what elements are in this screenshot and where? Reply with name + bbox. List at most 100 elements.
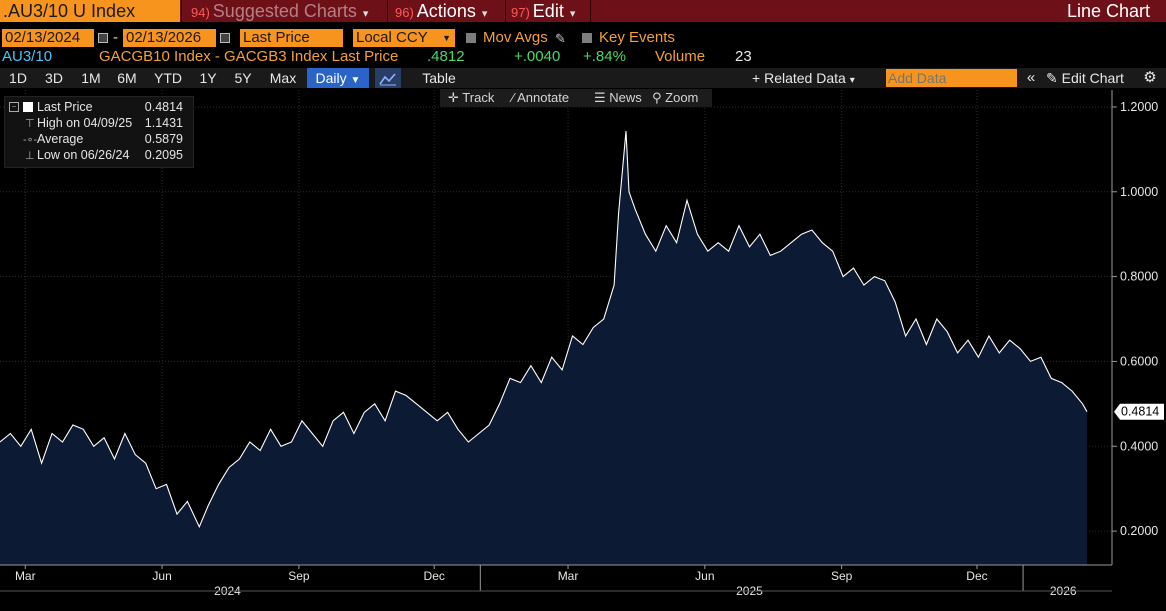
series-swatch [23, 102, 33, 112]
x-tick-label: Dec [966, 569, 987, 583]
menu-number: 97) [511, 5, 530, 20]
magnifier-icon: ⚲ [652, 90, 662, 105]
collapse-icon[interactable]: − [9, 102, 19, 112]
menu-actions[interactable]: 96) Actions ▾ [395, 0, 487, 22]
range-5y[interactable]: 5Y [229, 68, 257, 88]
ticker-field[interactable]: .AU3/10 U Index [0, 0, 180, 22]
news-tool[interactable]: ☰ News [594, 89, 642, 107]
high-marker-icon: ⊤ [25, 118, 35, 130]
range-6m[interactable]: 6M [113, 68, 141, 88]
add-data-input[interactable] [886, 69, 1017, 87]
currency-select[interactable]: Local CCY ▼ [353, 29, 455, 47]
legend-label: Average [37, 132, 84, 146]
security-description: GACGB10 Index - GACGB3 Index Last Price [99, 48, 399, 65]
annotate-label: Annotate [517, 90, 570, 105]
legend-high: High on 04/09/25 1.1431 [37, 115, 189, 131]
security-code: AU3/10 [2, 48, 53, 65]
menu-divider [590, 0, 591, 22]
frequency-label: Daily [315, 70, 347, 86]
legend-value: 0.2095 [144, 148, 183, 162]
zoom-label: Zoom [665, 90, 699, 105]
table-button[interactable]: Table [410, 68, 468, 88]
calendar-icon[interactable] [98, 33, 108, 43]
menu-label: Actions [416, 1, 476, 21]
edit-chart-button[interactable]: ✎ Edit Chart [1046, 68, 1138, 88]
menu-label: Suggested Charts [212, 1, 357, 21]
range-1m[interactable]: 1M [77, 68, 105, 88]
chevron-down-icon: ▾ [849, 75, 855, 86]
menu-divider [387, 0, 388, 22]
gear-icon[interactable]: ⚙ [1140, 68, 1160, 88]
calendar-icon[interactable] [220, 33, 230, 43]
y-tick-label: 0.2000 [1120, 524, 1158, 538]
chart-legend: − Last Price 0.4814 ⊤ High on 04/09/25 1.1… [4, 96, 194, 168]
range-ytd[interactable]: YTD [151, 68, 185, 88]
news-label: News [609, 90, 642, 105]
range-1y[interactable]: 1Y [194, 68, 222, 88]
y-tick-label: 0.8000 [1120, 270, 1158, 284]
range-max[interactable]: Max [266, 68, 300, 88]
crosshair-icon: ✛ [448, 90, 459, 105]
range-3d[interactable]: 3D [40, 68, 68, 88]
y-tick-label: 1.0000 [1120, 185, 1158, 199]
low-marker-icon: ⊥ [25, 150, 35, 162]
x-tick-label: Jun [152, 569, 171, 583]
chart-toolbar: ✛ Track ⁄ Annotate ☰ News ⚲ Zoom [440, 89, 712, 107]
price-area-fill [0, 131, 1087, 565]
legend-value: 0.4814 [144, 100, 183, 114]
last-price-tag-label: 0.4814 [1121, 405, 1159, 419]
menu-edit[interactable]: 97) Edit ▾ [511, 0, 575, 22]
edit-chart-label: Edit Chart [1061, 70, 1124, 86]
menu-number: 96) [395, 5, 414, 20]
pen-icon: ⁄ [512, 90, 515, 105]
chevron-down-icon: ▾ [569, 8, 576, 20]
line-chart-icon[interactable] [375, 68, 401, 88]
plus-icon: + [752, 70, 761, 86]
chevron-down-icon: ▼ [442, 33, 451, 43]
mov-avgs-checkbox[interactable] [466, 33, 476, 43]
start-date-input[interactable]: 02/13/2024 [2, 29, 94, 47]
range-1d[interactable]: 1D [4, 68, 32, 88]
menu-divider [181, 0, 182, 22]
related-data-button[interactable]: + Related Data ▾ [752, 68, 870, 88]
chevron-down-icon: ▾ [481, 8, 488, 20]
news-icon: ☰ [594, 90, 606, 105]
menu-suggested-charts[interactable]: 94) Suggested Charts ▾ [191, 0, 368, 22]
net-change: +.0040 [514, 48, 561, 65]
collapse-left-icon[interactable]: « [1020, 68, 1042, 88]
pencil-icon: ✎ [1046, 70, 1058, 86]
key-events-checkbox[interactable] [582, 33, 592, 43]
volume-value: 23 [735, 48, 752, 65]
x-tick-label: Sep [288, 569, 310, 583]
legend-value: 1.1431 [144, 116, 183, 130]
zoom-tool[interactable]: ⚲ Zoom [652, 89, 698, 107]
track-tool[interactable]: ✛ Track [448, 89, 494, 107]
price-field-select[interactable]: Last Price [240, 29, 343, 47]
related-data-label: Related Data [764, 70, 846, 86]
x-tick-label: Sep [831, 569, 853, 583]
track-label: Track [462, 90, 495, 105]
frequency-select[interactable]: Daily ▼ [307, 68, 369, 88]
menu-label: Edit [532, 1, 564, 21]
x-tick-label: Mar [558, 569, 579, 583]
legend-label: Low on 06/26/24 [37, 148, 130, 162]
legend-value: 0.5879 [144, 132, 183, 146]
legend-low: Low on 06/26/24 0.2095 [37, 147, 189, 163]
view-title: Line Chart [1066, 1, 1150, 21]
y-tick-label: 0.6000 [1120, 354, 1158, 368]
pencil-icon[interactable]: ✎ [555, 31, 566, 47]
annotate-tool[interactable]: ⁄ Annotate [512, 89, 569, 107]
menu-divider [505, 0, 506, 22]
end-date-input[interactable]: 02/13/2026 [123, 29, 216, 47]
chevron-down-icon: ▼ [350, 75, 361, 86]
currency-label: Local CCY [356, 29, 428, 46]
mov-avgs-label: Mov Avgs [483, 29, 548, 46]
price-area [0, 131, 1088, 565]
legend-label: High on 04/09/25 [37, 116, 133, 130]
average-marker-icon: -∘- [23, 134, 38, 146]
x-tick-label: Mar [15, 569, 36, 583]
chevron-down-icon: ▾ [362, 8, 369, 20]
legend-average: Average 0.5879 [37, 131, 189, 147]
x-tick-label: Dec [424, 569, 445, 583]
date-separator: - [113, 29, 118, 46]
